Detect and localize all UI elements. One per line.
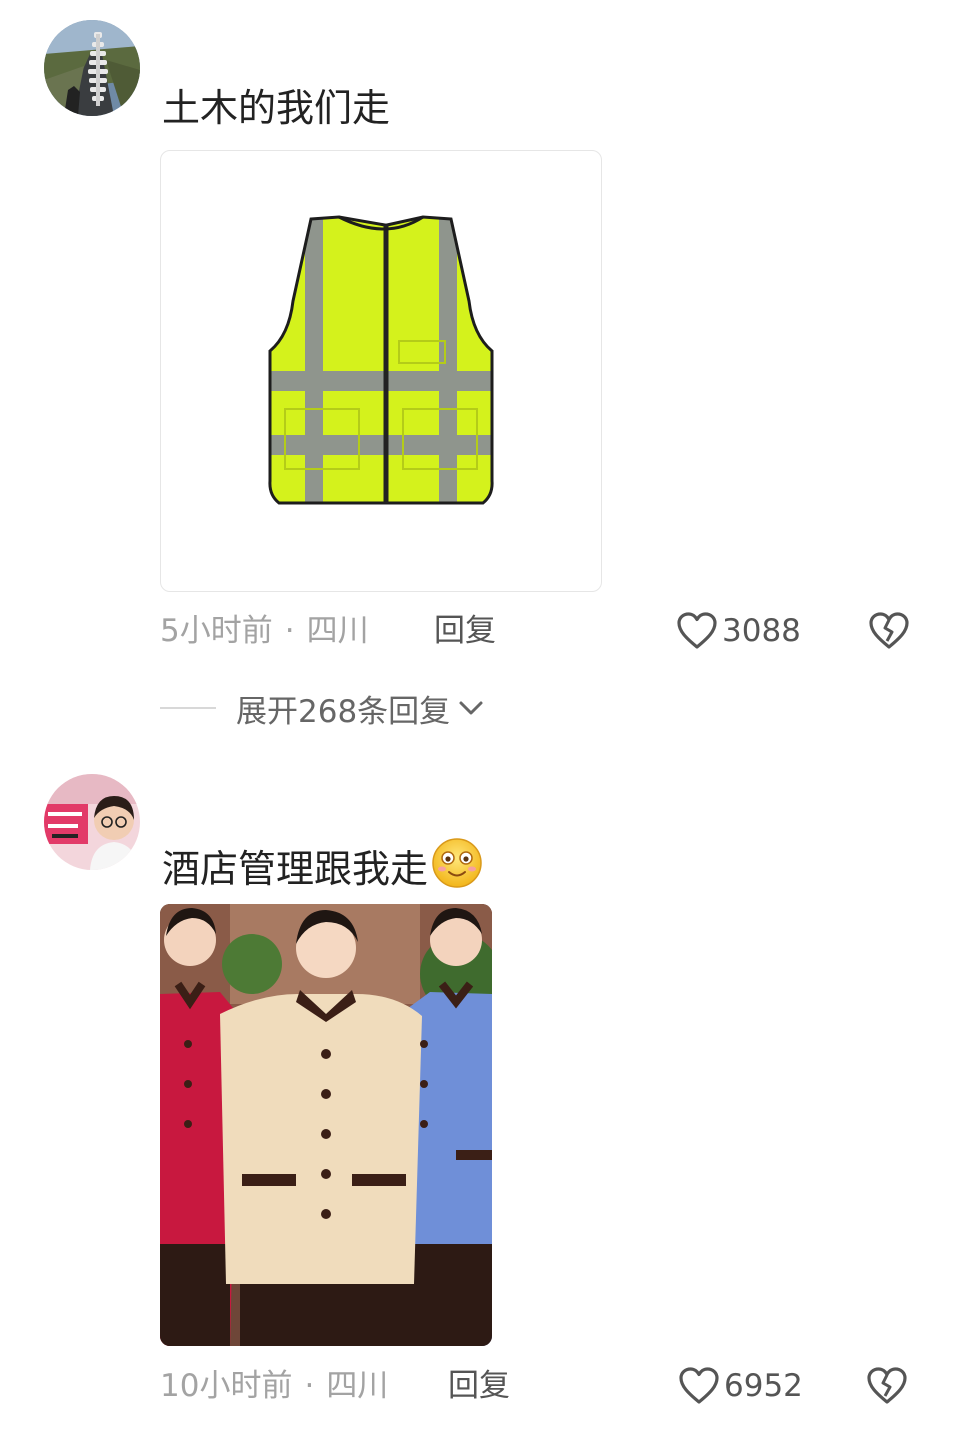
comment-image[interactable] [160,904,492,1346]
heart-outline-icon [679,1367,719,1404]
dislike-button[interactable] [868,611,910,663]
expand-replies-button[interactable]: 展开268条回复 [160,686,484,730]
like-button[interactable]: 6952 [678,1364,803,1408]
like-count: 3088 [722,613,801,649]
chevron-down-icon [459,701,483,715]
comment-location: 四川 [326,1368,389,1404]
hotel-uniform-staff-icon [160,904,492,1346]
divider-line [160,707,216,709]
dislike-button[interactable] [866,1366,908,1418]
comment-meta: 10小时前 · 四川 回复 6952 [160,1364,920,1408]
smiling-face-emoji-icon [430,836,484,901]
comment-location: 四川 [306,613,369,649]
broken-heart-icon [867,1367,907,1404]
comment-time: 10小时前 [160,1368,293,1404]
safety-vest-icon [268,215,494,505]
comment-text: 土木的我们走 [162,86,391,130]
expand-replies-label: 展开268条回复 [236,693,451,730]
broken-heart-icon [869,612,909,649]
avatar[interactable] [44,774,140,870]
comment-time: 5小时前 [160,613,273,649]
girl-avatar-icon [44,774,140,870]
comment-time-location: 5小时前 · 四川 [160,609,369,653]
separator-dot: · [304,1368,315,1404]
avatar[interactable] [44,20,140,116]
like-button[interactable]: 3088 [676,609,801,653]
comment-meta: 5小时前 · 四川 回复 3088 [160,609,920,653]
reply-button[interactable]: 回复 [448,1364,510,1408]
like-count: 6952 [724,1368,803,1404]
comment-text-content: 酒店管理跟我走 [162,847,429,891]
comment-item: 酒店管理跟我走 10小时前 · 四川 回复 6952 [0,740,960,1430]
comment-image[interactable] [160,150,602,592]
separator-dot: · [284,613,295,649]
reply-button[interactable]: 回复 [434,609,496,653]
heart-outline-icon [677,612,717,649]
comment-time-location: 10小时前 · 四川 [160,1364,388,1408]
comment-text: 酒店管理跟我走 [162,836,484,901]
comment-item: 土木的我们走 5小时前 · 四川 回复 3088 展开268条回复 [0,0,960,740]
road-avatar-icon [44,20,140,116]
